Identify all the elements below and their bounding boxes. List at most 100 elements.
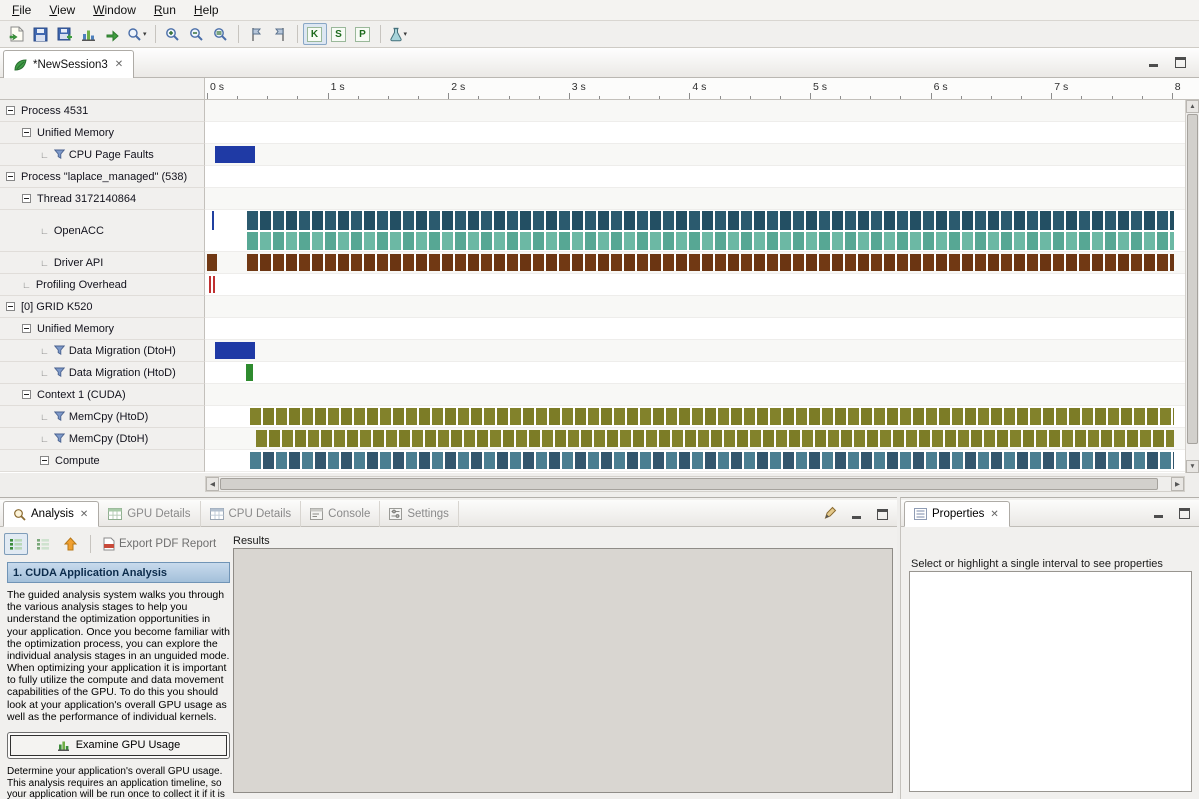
collapse-toggle-icon[interactable] [6, 302, 15, 311]
tab-cpu-details[interactable]: CPU Details [201, 501, 302, 527]
generate-timeline-button[interactable] [76, 23, 100, 45]
minimize-button[interactable] [1146, 55, 1160, 68]
row-track[interactable] [205, 100, 1185, 122]
interval-bar[interactable] [207, 254, 217, 271]
export-button[interactable] [100, 23, 124, 45]
kernel-visibility-toggle[interactable]: K [303, 23, 327, 45]
row-label[interactable]: Unified Memory [0, 318, 205, 340]
interval-bar[interactable] [213, 276, 215, 293]
stream-visibility-toggle[interactable]: S [327, 23, 351, 45]
vertical-scrollbar[interactable]: ▲ ▼ [1185, 100, 1199, 473]
zoom-fit-button[interactable] [209, 23, 233, 45]
menu-window[interactable]: Window [84, 1, 145, 19]
tab-analysis[interactable]: Analysis ✕ [3, 501, 99, 527]
row-label[interactable]: [0] GRID K520 [0, 296, 205, 318]
row-label[interactable]: ∟Profiling Overhead [0, 274, 205, 296]
row-label[interactable]: ∟OpenACC [0, 210, 205, 252]
maximize-button[interactable] [875, 507, 889, 520]
maximize-button[interactable] [1177, 506, 1191, 519]
interval-bar[interactable] [256, 430, 1174, 447]
row-track[interactable] [205, 340, 1185, 362]
row-track[interactable] [205, 428, 1185, 450]
tab-settings[interactable]: Settings [380, 501, 459, 527]
zoom-out-button[interactable] [185, 23, 209, 45]
next-marker-button[interactable] [268, 23, 292, 45]
filter-icon[interactable] [54, 411, 65, 422]
interval-bar[interactable] [250, 408, 1174, 425]
row-track[interactable] [205, 166, 1185, 188]
interval-bar[interactable] [247, 232, 1174, 251]
save-button[interactable] [28, 23, 52, 45]
interval-bar[interactable] [215, 342, 255, 359]
interval-bar[interactable] [247, 254, 1174, 271]
zoom-in-button[interactable] [161, 23, 185, 45]
unguided-analysis-button[interactable] [31, 533, 55, 555]
row-track[interactable] [205, 406, 1185, 428]
examine-gpu-usage-button[interactable]: Examine GPU Usage [7, 732, 230, 759]
maximize-button[interactable] [1173, 55, 1187, 68]
horizontal-scrollbar[interactable]: ◀ ▶ [205, 476, 1185, 492]
collapse-toggle-icon[interactable] [6, 172, 15, 181]
collapse-toggle-icon[interactable] [40, 456, 49, 465]
row-label[interactable]: Unified Memory [0, 122, 205, 144]
interval-bar[interactable] [250, 452, 1174, 469]
close-icon[interactable]: ✕ [114, 59, 124, 70]
row-label[interactable]: Process 4531 [0, 100, 205, 122]
row-track[interactable] [205, 122, 1185, 144]
row-label[interactable]: ∟CPU Page Faults [0, 144, 205, 166]
scroll-down-button[interactable]: ▼ [1186, 460, 1199, 473]
collapse-toggle-icon[interactable] [22, 194, 31, 203]
prev-marker-button[interactable] [244, 23, 268, 45]
tab-properties[interactable]: Properties ✕ [904, 501, 1010, 527]
collapse-toggle-icon[interactable] [22, 390, 31, 399]
row-track[interactable] [205, 210, 1185, 252]
menu-view[interactable]: View [40, 1, 84, 19]
row-track[interactable] [205, 144, 1185, 166]
timeline-ruler[interactable]: 0 s1 s2 s3 s4 s5 s6 s7 s8 [205, 78, 1199, 100]
filter-icon[interactable] [54, 345, 65, 356]
guided-analysis-button[interactable] [4, 533, 28, 555]
collapse-toggle-icon[interactable] [6, 106, 15, 115]
horizontal-scroll-thumb[interactable] [220, 478, 1158, 490]
tab-gpu-details[interactable]: GPU Details [99, 501, 200, 527]
row-track[interactable] [205, 384, 1185, 406]
menu-file[interactable]: File [3, 1, 40, 19]
filter-icon[interactable] [54, 433, 65, 444]
row-label[interactable]: ∟Data Migration (HtoD) [0, 362, 205, 384]
row-track[interactable] [205, 318, 1185, 340]
minimize-button[interactable] [1151, 506, 1165, 519]
row-label[interactable]: Context 1 (CUDA) [0, 384, 205, 406]
interval-bar[interactable] [209, 276, 211, 293]
new-session-button[interactable] [4, 23, 28, 45]
row-label[interactable]: Thread 3172140864 [0, 188, 205, 210]
analysis-menu-button[interactable]: ▾ [386, 23, 411, 45]
collapse-toggle-icon[interactable] [22, 128, 31, 137]
export-pdf-button[interactable]: Export PDF Report [99, 533, 220, 555]
collapse-toggle-icon[interactable] [22, 324, 31, 333]
session-tab[interactable]: *NewSession3 ✕ [3, 50, 134, 78]
vertical-scroll-thumb[interactable] [1187, 114, 1198, 444]
promote-stage-button[interactable] [58, 533, 82, 555]
row-label[interactable]: ∟Data Migration (DtoH) [0, 340, 205, 362]
filter-icon[interactable] [54, 367, 65, 378]
row-label[interactable]: Compute [0, 450, 205, 472]
menu-run[interactable]: Run [145, 1, 185, 19]
row-track[interactable] [205, 362, 1185, 384]
process-visibility-toggle[interactable]: P [351, 23, 375, 45]
row-track[interactable] [205, 188, 1185, 210]
scroll-left-button[interactable]: ◀ [206, 477, 219, 491]
row-label[interactable]: Process "laplace_managed" (538) [0, 166, 205, 188]
interval-bar[interactable] [215, 146, 255, 163]
scroll-up-button[interactable]: ▲ [1186, 100, 1199, 113]
interval-bar[interactable] [246, 364, 254, 381]
row-label[interactable]: ∟Driver API [0, 252, 205, 274]
close-icon[interactable]: ✕ [79, 509, 89, 520]
interval-bar[interactable] [212, 211, 214, 230]
row-track[interactable] [205, 296, 1185, 318]
tab-console[interactable]: Console [301, 501, 380, 527]
save-all-button[interactable] [52, 23, 76, 45]
menu-help[interactable]: Help [185, 1, 228, 19]
close-icon[interactable]: ✕ [989, 509, 999, 520]
row-track[interactable] [205, 450, 1185, 472]
row-label[interactable]: ∟MemCpy (DtoH) [0, 428, 205, 450]
